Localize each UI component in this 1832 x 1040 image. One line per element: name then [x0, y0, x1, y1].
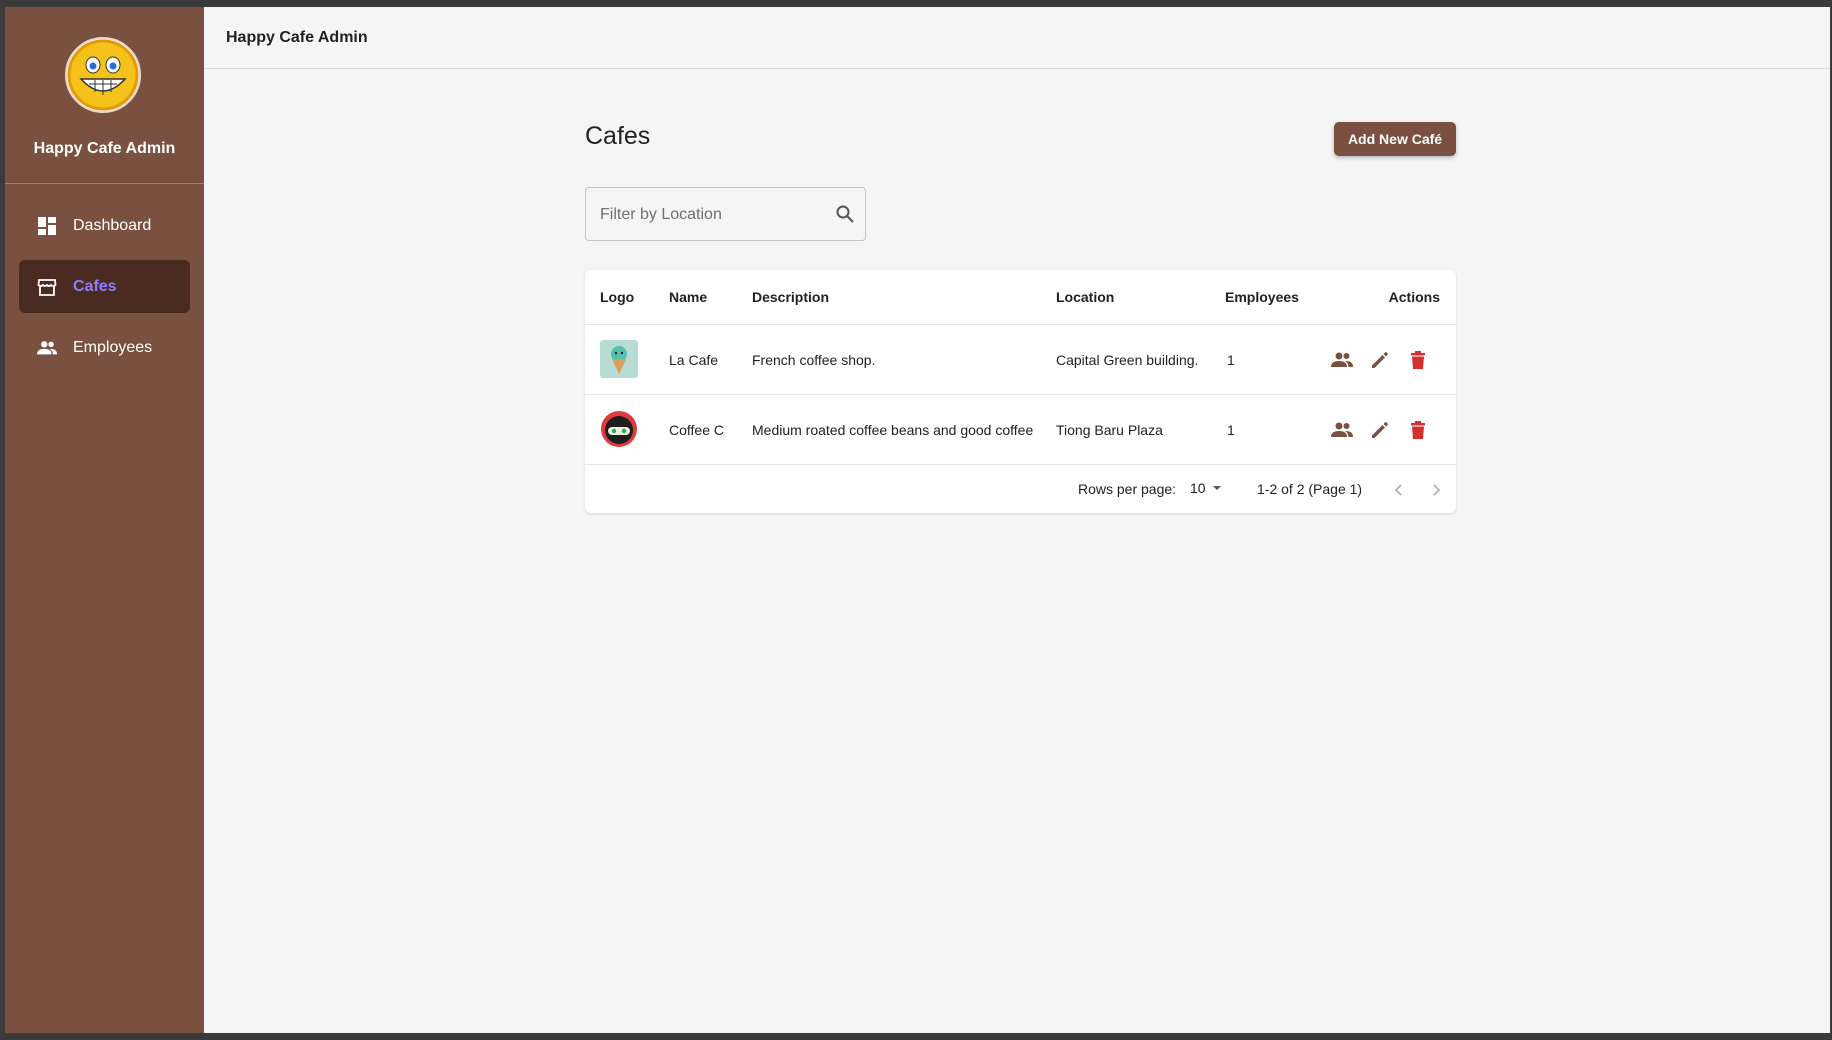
row-actions [1330, 418, 1430, 442]
cafe-location: Capital Green building. [1056, 352, 1199, 368]
next-page-button[interactable] [1424, 478, 1448, 502]
page-info: 1-2 of 2 (Page 1) [1257, 481, 1363, 497]
header-location: Location [1056, 289, 1115, 305]
sidebar-nav: Dashboard Cafes Employees [19, 199, 190, 382]
table-row: Coffee C Medium roated coffee beans and … [585, 395, 1456, 465]
chevron-left-icon [1394, 484, 1402, 496]
filter-location-input[interactable] [598, 188, 822, 242]
row-actions [1330, 348, 1430, 372]
topbar-title: Happy Cafe Admin [226, 29, 368, 46]
cafe-location: Tiong Baru Plaza [1056, 422, 1163, 438]
sidebar-item-label: Dashboard [73, 216, 152, 234]
smiley-logo [65, 37, 141, 113]
people-icon [37, 338, 57, 358]
ninja-logo [600, 410, 638, 448]
header-actions: Actions [1388, 289, 1440, 305]
cafe-description: French coffee shop. [752, 352, 876, 368]
app-window: Happy Cafe Admin Dashboard Cafes Employe… [5, 7, 1830, 1033]
header-logo: Logo [600, 289, 635, 305]
sidebar-brand: Happy Cafe Admin [5, 7, 204, 184]
search-icon[interactable] [835, 204, 855, 224]
table-row: La Cafe French coffee shop. Capital Gree… [585, 325, 1456, 395]
sidebar-item-label: Employees [73, 338, 153, 356]
ice-cream-logo [600, 340, 638, 378]
rows-per-page-value: 10 [1190, 480, 1206, 496]
delete-button[interactable] [1406, 418, 1430, 442]
edit-button[interactable] [1368, 418, 1392, 442]
page-title: Cafes [585, 122, 651, 150]
top-app-bar: Happy Cafe Admin [204, 7, 1830, 69]
sidebar-item-label: Cafes [73, 277, 117, 295]
header-description: Description [752, 289, 830, 305]
view-employees-button[interactable] [1330, 348, 1354, 372]
chevron-right-icon [1433, 484, 1441, 496]
chevron-down-icon [1212, 486, 1221, 490]
cafes-table: Logo Name Description Location Employees… [585, 270, 1456, 513]
table-pagination: Rows per page: 10 1-2 of 2 (Page 1) [585, 465, 1456, 515]
edit-button[interactable] [1368, 348, 1392, 372]
sidebar: Happy Cafe Admin Dashboard Cafes Employe… [5, 7, 204, 1033]
delete-button[interactable] [1406, 348, 1430, 372]
add-new-cafe-button[interactable]: Add New Café [1334, 122, 1456, 156]
view-employees-button[interactable] [1330, 418, 1354, 442]
sidebar-item-employees[interactable]: Employees [19, 321, 190, 374]
cafe-employees-count: 1 [1227, 352, 1235, 368]
brand-name: Happy Cafe Admin [33, 140, 176, 157]
cafe-name: Coffee C [669, 422, 724, 438]
previous-page-button[interactable] [1387, 478, 1411, 502]
sidebar-item-cafes[interactable]: Cafes [19, 260, 190, 313]
cafe-name: La Cafe [669, 352, 719, 368]
cafe-description: Medium roated coffee beans and good coff… [752, 422, 1034, 438]
rows-per-page-label: Rows per page: [1078, 481, 1177, 497]
sidebar-item-dashboard[interactable]: Dashboard [19, 199, 190, 252]
header-employees[interactable]: Employees [1225, 289, 1299, 305]
table-header: Logo Name Description Location Employees… [585, 270, 1456, 325]
cafe-employees-count: 1 [1227, 422, 1235, 438]
rows-per-page-select[interactable]: 10 [1190, 480, 1224, 496]
dashboard-icon [37, 216, 57, 236]
store-icon [37, 277, 57, 297]
header-name: Name [669, 289, 708, 305]
location-filter [585, 187, 866, 242]
